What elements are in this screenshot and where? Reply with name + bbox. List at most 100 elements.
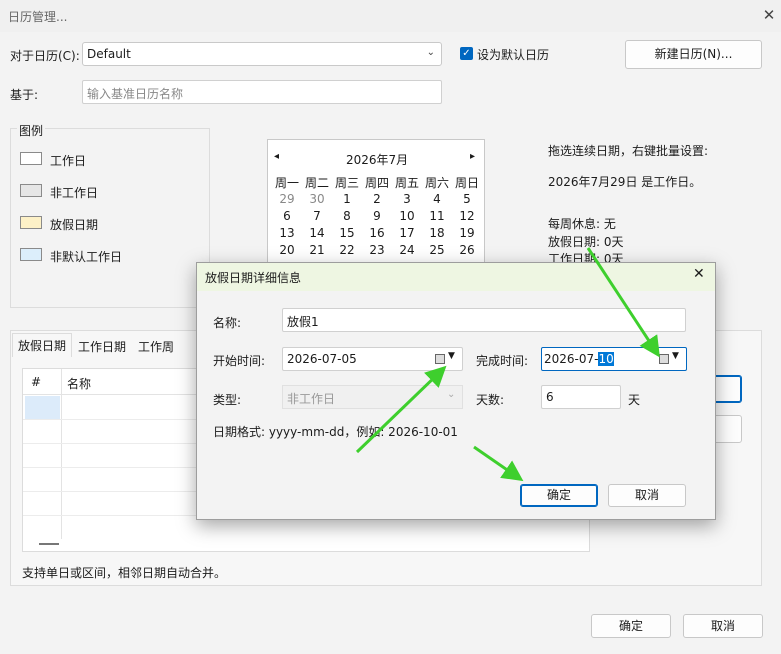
- tab-holidays-label: 放假日期: [18, 339, 67, 353]
- weekday-header: 周日: [454, 176, 479, 190]
- weekly-rest-info: 每周休息: 无: [548, 217, 616, 231]
- calendar-label: 对于日历(C):: [10, 49, 80, 63]
- calendar-day[interactable]: 19: [452, 226, 482, 240]
- new-calendar-button[interactable]: 新建日历(N)...: [625, 40, 762, 69]
- dialog-start-date-picker[interactable]: 2026-07-05 ▼: [282, 347, 463, 371]
- calendar-select[interactable]: Default ⌄: [82, 42, 442, 66]
- weekday-header: 周二: [304, 176, 329, 190]
- calendar-month-label: 2026年7月: [346, 153, 409, 167]
- calendar-day[interactable]: 12: [452, 209, 482, 223]
- calendar-day[interactable]: 11: [422, 209, 452, 223]
- table-row-selected-cell[interactable]: [25, 396, 60, 419]
- weekday-header: 周四: [364, 176, 389, 190]
- dialog-days-unit: 天: [628, 393, 641, 407]
- calendar-day[interactable]: 25: [422, 243, 452, 257]
- legend-swatch-workday: [20, 152, 42, 165]
- dropdown-arrow-icon[interactable]: ▼: [672, 351, 679, 361]
- calendar-day[interactable]: 9: [362, 209, 392, 223]
- base-calendar-placeholder: 输入基准日历名称: [87, 87, 184, 101]
- calendar-day[interactable]: 30: [302, 192, 332, 206]
- base-calendar-input[interactable]: 输入基准日历名称: [82, 80, 442, 104]
- calendar-day[interactable]: 23: [362, 243, 392, 257]
- dialog-title: 放假日期详细信息: [205, 271, 302, 285]
- calendar-day[interactable]: 4: [422, 192, 452, 206]
- calendar-day[interactable]: 5: [452, 192, 482, 206]
- weekday-header: 周一: [274, 176, 299, 190]
- next-month-icon[interactable]: ▸: [470, 151, 475, 162]
- column-header-index[interactable]: #: [31, 375, 41, 389]
- dialog-end-date-picker[interactable]: 2026-07-10 ▼: [541, 347, 687, 371]
- calendar-day[interactable]: 18: [422, 226, 452, 240]
- calendar-day[interactable]: 20: [272, 243, 302, 257]
- legend-item-holiday: 放假日期: [50, 218, 99, 232]
- calendar-day[interactable]: 2: [362, 192, 392, 206]
- legend-item-nondefault: 非默认工作日: [50, 250, 123, 264]
- end-day-selection: 10: [598, 352, 614, 366]
- ok-button[interactable]: 确定: [591, 614, 671, 638]
- legend-swatch-nondefault: [20, 248, 42, 261]
- tab-workdays[interactable]: 工作日期: [78, 338, 126, 355]
- holiday-detail-dialog: 放假日期详细信息 ✕ 名称: 放假1 开始时间: 2026-07-05 ▼ 完成…: [196, 262, 716, 520]
- base-label: 基于:: [10, 88, 39, 102]
- legend-swatch-nonworkday: [20, 184, 42, 197]
- dialog-ok-button[interactable]: 确定: [520, 484, 598, 507]
- column-header-name[interactable]: 名称: [67, 375, 91, 392]
- dialog-end-value: 2026-07-10: [544, 352, 614, 366]
- window-title: 日历管理...: [8, 10, 68, 24]
- dialog-format-hint: 日期格式: yyyy-mm-dd，例如: 2026-10-01: [213, 425, 458, 439]
- calendar-day[interactable]: 13: [272, 226, 302, 240]
- dialog-type-label: 类型:: [213, 393, 242, 407]
- calendar-day[interactable]: 8: [332, 209, 362, 223]
- dialog-close-icon[interactable]: ✕: [693, 266, 705, 282]
- dialog-name-input[interactable]: 放假1: [282, 308, 686, 332]
- calendar-day[interactable]: 26: [452, 243, 482, 257]
- weekday-header: 周三: [334, 176, 359, 190]
- calendar-icon[interactable]: [435, 354, 445, 364]
- tab-holidays[interactable]: 放假日期: [12, 333, 72, 357]
- dialog-days-value: 6: [546, 390, 554, 404]
- dialog-name-label: 名称:: [213, 316, 242, 330]
- calendar-day[interactable]: 17: [392, 226, 422, 240]
- calendar-day[interactable]: 21: [302, 243, 332, 257]
- calendar-select-value: Default: [87, 47, 131, 61]
- default-calendar-checkbox[interactable]: ✓: [460, 47, 473, 60]
- dialog-end-label: 完成时间:: [476, 354, 529, 368]
- dialog-type-select[interactable]: 非工作日 ⌄: [282, 385, 463, 409]
- calendar-day[interactable]: 14: [302, 226, 332, 240]
- calendar-day[interactable]: 6: [272, 209, 302, 223]
- dialog-name-value: 放假1: [287, 315, 319, 329]
- default-calendar-label: 设为默认日历: [477, 48, 550, 62]
- dropdown-arrow-icon[interactable]: ▼: [448, 351, 455, 361]
- legend-swatch-holiday: [20, 216, 42, 229]
- prev-month-icon[interactable]: ◂: [274, 151, 279, 162]
- weekday-header: 周五: [394, 176, 419, 190]
- calendar-day[interactable]: 29: [272, 192, 302, 206]
- dialog-cancel-button[interactable]: 取消: [608, 484, 686, 507]
- calendar-day[interactable]: 24: [392, 243, 422, 257]
- column-divider: [61, 369, 62, 539]
- chevron-down-icon: ⌄: [447, 389, 456, 400]
- cancel-button[interactable]: 取消: [683, 614, 763, 638]
- calendar-icon[interactable]: [659, 354, 669, 364]
- legend-item-nonworkday: 非工作日: [50, 186, 99, 200]
- calendar-day[interactable]: 15: [332, 226, 362, 240]
- dialog-days-label: 天数:: [476, 393, 505, 407]
- dialog-start-label: 开始时间:: [213, 354, 266, 368]
- dialog-type-value: 非工作日: [287, 392, 336, 406]
- close-icon[interactable]: ✕: [758, 4, 780, 26]
- calendar-day[interactable]: 10: [392, 209, 422, 223]
- calendar-day[interactable]: 22: [332, 243, 362, 257]
- drag-select-hint: 拖选连续日期，右键批量设置:: [548, 144, 709, 158]
- calendar-day[interactable]: 3: [392, 192, 422, 206]
- dialog-days-input[interactable]: 6: [541, 385, 621, 409]
- calendar-day[interactable]: 16: [362, 226, 392, 240]
- month-calendar[interactable]: ◂ 2026年7月 ▸ 周一 周二 周三 周四 周五 周六 周日 29 30 1 2 3 4 5 6 7 8 9 1…: [267, 139, 485, 267]
- tab-workweek[interactable]: 工作周: [138, 338, 174, 355]
- calendar-day[interactable]: 1: [332, 192, 362, 206]
- horizontal-scrollbar[interactable]: [39, 543, 59, 545]
- merge-note: 支持单日或区间，相邻日期自动合并。: [22, 566, 227, 580]
- legend-title: 图例: [17, 122, 46, 139]
- chevron-down-icon: ⌄: [426, 47, 435, 58]
- title-bar: [0, 0, 781, 32]
- calendar-day[interactable]: 7: [302, 209, 332, 223]
